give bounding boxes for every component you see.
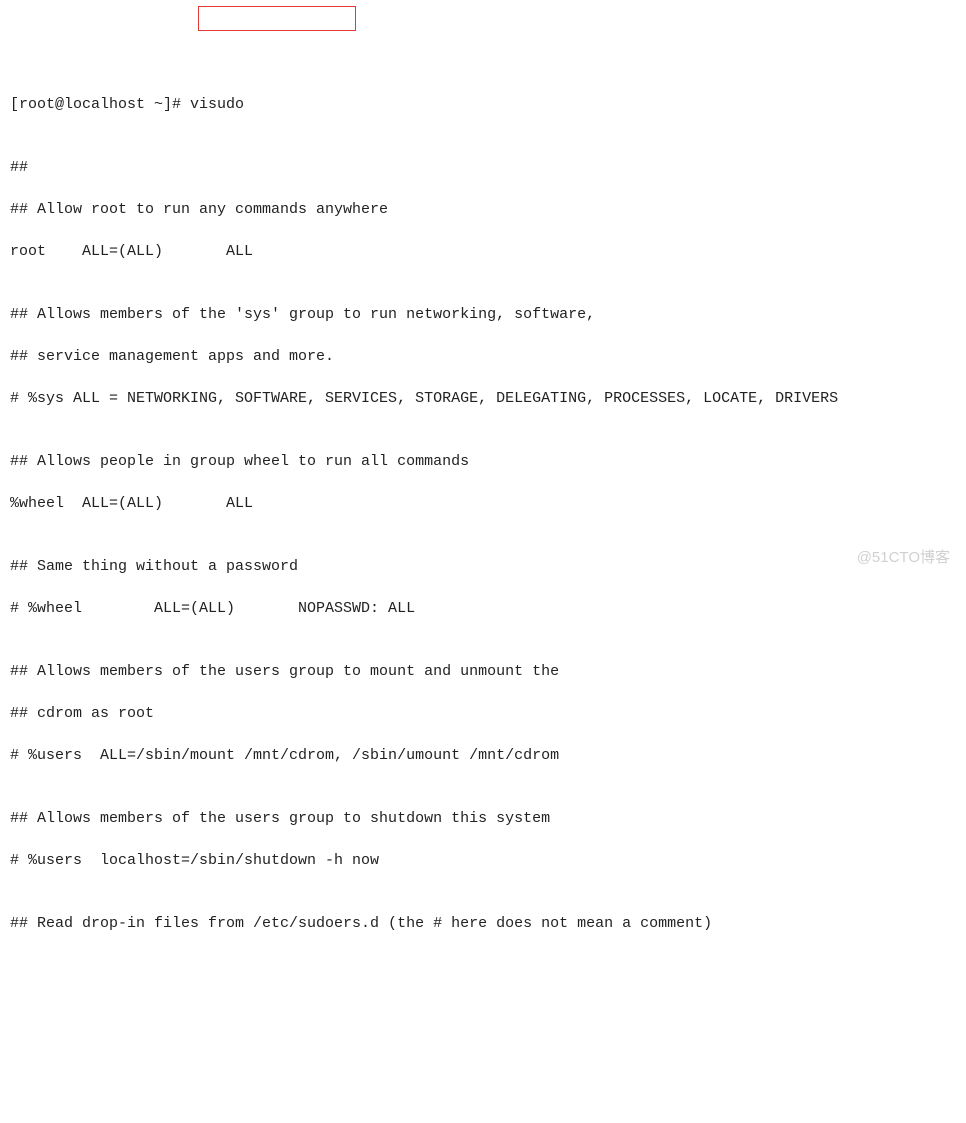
file-line: ## Allows members of the 'sys' group to …: [10, 304, 956, 325]
file-line: root ALL=(ALL) ALL: [10, 241, 956, 262]
file-line: ## Allows people in group wheel to run a…: [10, 451, 956, 472]
file-line: ## Allows members of the users group to …: [10, 661, 956, 682]
file-line: ## Same thing without a password: [10, 556, 956, 577]
file-line: # %wheel ALL=(ALL) NOPASSWD: ALL: [10, 598, 956, 619]
file-line: # %users ALL=/sbin/mount /mnt/cdrom, /sb…: [10, 745, 956, 766]
file-line: ## Allow root to run any commands anywhe…: [10, 199, 956, 220]
file-line: ## Read drop-in files from /etc/sudoers.…: [10, 913, 956, 934]
prompt-text: [root@localhost ~]#: [10, 96, 190, 113]
file-line: # %users localhost=/sbin/shutdown -h now: [10, 850, 956, 871]
watermark-text: @51CTO博客: [857, 547, 950, 568]
file-line: ## service management apps and more.: [10, 346, 956, 367]
prompt-line: [root@localhost ~]# visudo: [10, 94, 956, 115]
highlight-annotation: [198, 6, 356, 31]
command-input[interactable]: visudo: [190, 96, 244, 113]
file-line: ## cdrom as root: [10, 703, 956, 724]
file-line: ## Allows members of the users group to …: [10, 808, 956, 829]
file-line: ##: [10, 157, 956, 178]
file-line: # %sys ALL = NETWORKING, SOFTWARE, SERVI…: [10, 388, 956, 409]
file-line: %wheel ALL=(ALL) ALL: [10, 493, 956, 514]
